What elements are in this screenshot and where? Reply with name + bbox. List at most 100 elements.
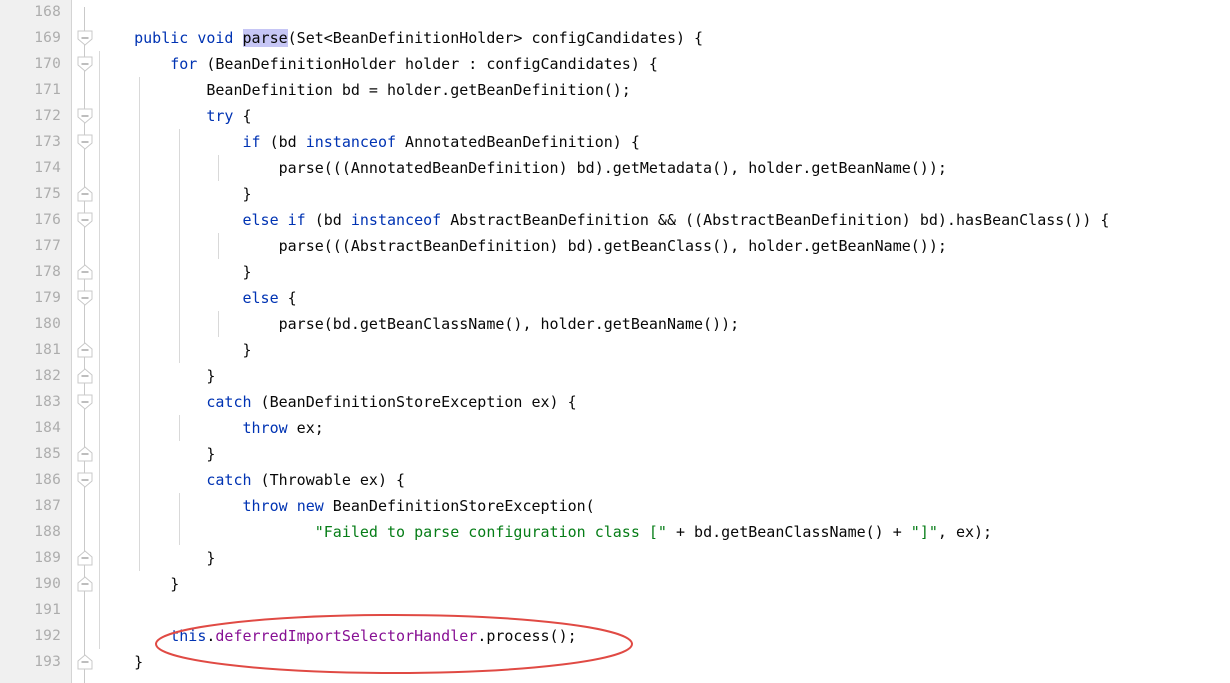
code-token-kw: void <box>197 29 234 47</box>
code-text-area[interactable]: public void parse(Set<BeanDefinitionHold… <box>98 0 1230 683</box>
fold-start-icon[interactable] <box>77 30 93 46</box>
line-number: 193 <box>34 654 61 670</box>
code-token-plain: } <box>98 445 216 463</box>
fold-start-icon[interactable] <box>77 394 93 410</box>
code-token-plain: } <box>98 367 216 385</box>
line-number: 171 <box>34 82 61 98</box>
code-line[interactable]: else { <box>98 285 297 311</box>
fold-start-icon[interactable] <box>77 134 93 150</box>
fold-start-icon[interactable] <box>77 212 93 228</box>
code-token-plain: } <box>98 341 252 359</box>
fold-end-icon[interactable] <box>77 368 93 384</box>
code-token-plain: parse(bd.getBeanClassName(), holder.getB… <box>98 315 740 333</box>
code-line[interactable]: this.deferredImportSelectorHandler.proce… <box>98 623 577 649</box>
fold-marker-column[interactable] <box>72 0 98 683</box>
code-line[interactable]: BeanDefinition bd = holder.getBeanDefini… <box>98 77 630 103</box>
fold-end-icon[interactable] <box>77 550 93 566</box>
code-line[interactable]: throw new BeanDefinitionStoreException( <box>98 493 595 519</box>
code-token-plain: (Throwable ex) { <box>251 471 406 489</box>
code-token-plain: { <box>278 289 297 307</box>
line-number: 173 <box>34 134 61 150</box>
line-number: 179 <box>34 290 61 306</box>
fold-end-icon[interactable] <box>77 446 93 462</box>
code-token-kw: this <box>170 627 207 645</box>
code-token-field: deferredImportSelectorHandler <box>215 627 478 645</box>
code-line[interactable]: } <box>98 649 143 675</box>
fold-start-icon[interactable] <box>77 108 93 124</box>
line-number: 188 <box>34 524 61 540</box>
line-number: 170 <box>34 56 61 72</box>
fold-end-icon[interactable] <box>77 264 93 280</box>
code-line[interactable]: try { <box>98 103 252 129</box>
fold-end-icon[interactable] <box>77 576 93 592</box>
fold-end-icon[interactable] <box>77 342 93 358</box>
code-line[interactable]: } <box>98 337 252 363</box>
line-number: 176 <box>34 212 61 228</box>
code-line[interactable]: } <box>98 545 215 571</box>
code-token-plain: + bd.getBeanClassName() + <box>666 523 911 541</box>
line-number: 172 <box>34 108 61 124</box>
code-line[interactable]: parse(bd.getBeanClassName(), holder.getB… <box>98 311 740 337</box>
code-editor[interactable]: 168 169 170 171 172 173 174 175 176 177 178 179 180 1… <box>0 0 1230 683</box>
line-number: 185 <box>34 446 61 462</box>
code-token-plain: } <box>98 185 252 203</box>
code-line[interactable]: "Failed to parse configuration class [" … <box>98 519 992 545</box>
code-token-kw: throw <box>242 497 288 515</box>
code-line[interactable]: catch (Throwable ex) { <box>98 467 405 493</box>
line-number: 183 <box>34 394 61 410</box>
code-token-kw: for <box>170 55 198 73</box>
line-number: 192 <box>34 628 61 644</box>
code-token-kw: try <box>206 107 234 125</box>
code-line[interactable]: } <box>98 363 215 389</box>
fold-end-icon[interactable] <box>77 186 93 202</box>
code-token-kw: catch <box>206 471 252 489</box>
editor-gutter[interactable]: 168 169 170 171 172 173 174 175 176 177 178 179 180 1… <box>0 0 72 683</box>
code-token-plain: BeanDefinitionStoreException( <box>323 497 595 515</box>
code-token-plain: (bd <box>305 211 351 229</box>
code-token-kw: if <box>242 133 261 151</box>
code-token-plain: AnnotatedBeanDefinition) { <box>396 133 640 151</box>
code-line[interactable]: public void parse(Set<BeanDefinitionHold… <box>98 25 703 51</box>
line-number: 169 <box>34 30 61 46</box>
line-number: 182 <box>34 368 61 384</box>
fold-start-icon[interactable] <box>77 56 93 72</box>
code-line[interactable]: if (bd instanceof AnnotatedBeanDefinitio… <box>98 129 640 155</box>
code-line[interactable]: } <box>98 441 215 467</box>
code-line[interactable]: else if (bd instanceof AbstractBeanDefin… <box>98 207 1110 233</box>
code-token-plain: } <box>98 653 144 671</box>
code-line[interactable]: parse(((AnnotatedBeanDefinition) bd).get… <box>98 155 947 181</box>
line-number: 190 <box>34 576 61 592</box>
fold-end-icon[interactable] <box>77 654 93 670</box>
code-token-plain: { <box>233 107 252 125</box>
fold-start-icon[interactable] <box>77 472 93 488</box>
code-line[interactable]: throw ex; <box>98 415 324 441</box>
fold-start-icon[interactable] <box>77 290 93 306</box>
code-line[interactable]: } <box>98 181 252 207</box>
code-token-plain: } <box>98 575 180 593</box>
indent-guide <box>98 597 100 623</box>
code-token-plain: .process(); <box>477 627 577 645</box>
line-number: 175 <box>34 186 61 202</box>
code-line[interactable]: catch (BeanDefinitionStoreException ex) … <box>98 389 576 415</box>
code-token-kw: else <box>242 289 279 307</box>
line-number: 174 <box>34 160 61 176</box>
code-token-str: "Failed to parse configuration class [" <box>314 523 667 541</box>
code-line[interactable]: } <box>98 571 179 597</box>
code-token-kw: instanceof <box>350 211 442 229</box>
code-line[interactable]: for (BeanDefinitionHolder holder : confi… <box>98 51 658 77</box>
code-line[interactable]: parse(((AbstractBeanDefinition) bd).getB… <box>98 233 947 259</box>
code-token-plain: ex; <box>287 419 324 437</box>
code-token-plain: parse(((AnnotatedBeanDefinition) bd).get… <box>98 159 947 177</box>
code-line[interactable]: } <box>98 259 251 285</box>
